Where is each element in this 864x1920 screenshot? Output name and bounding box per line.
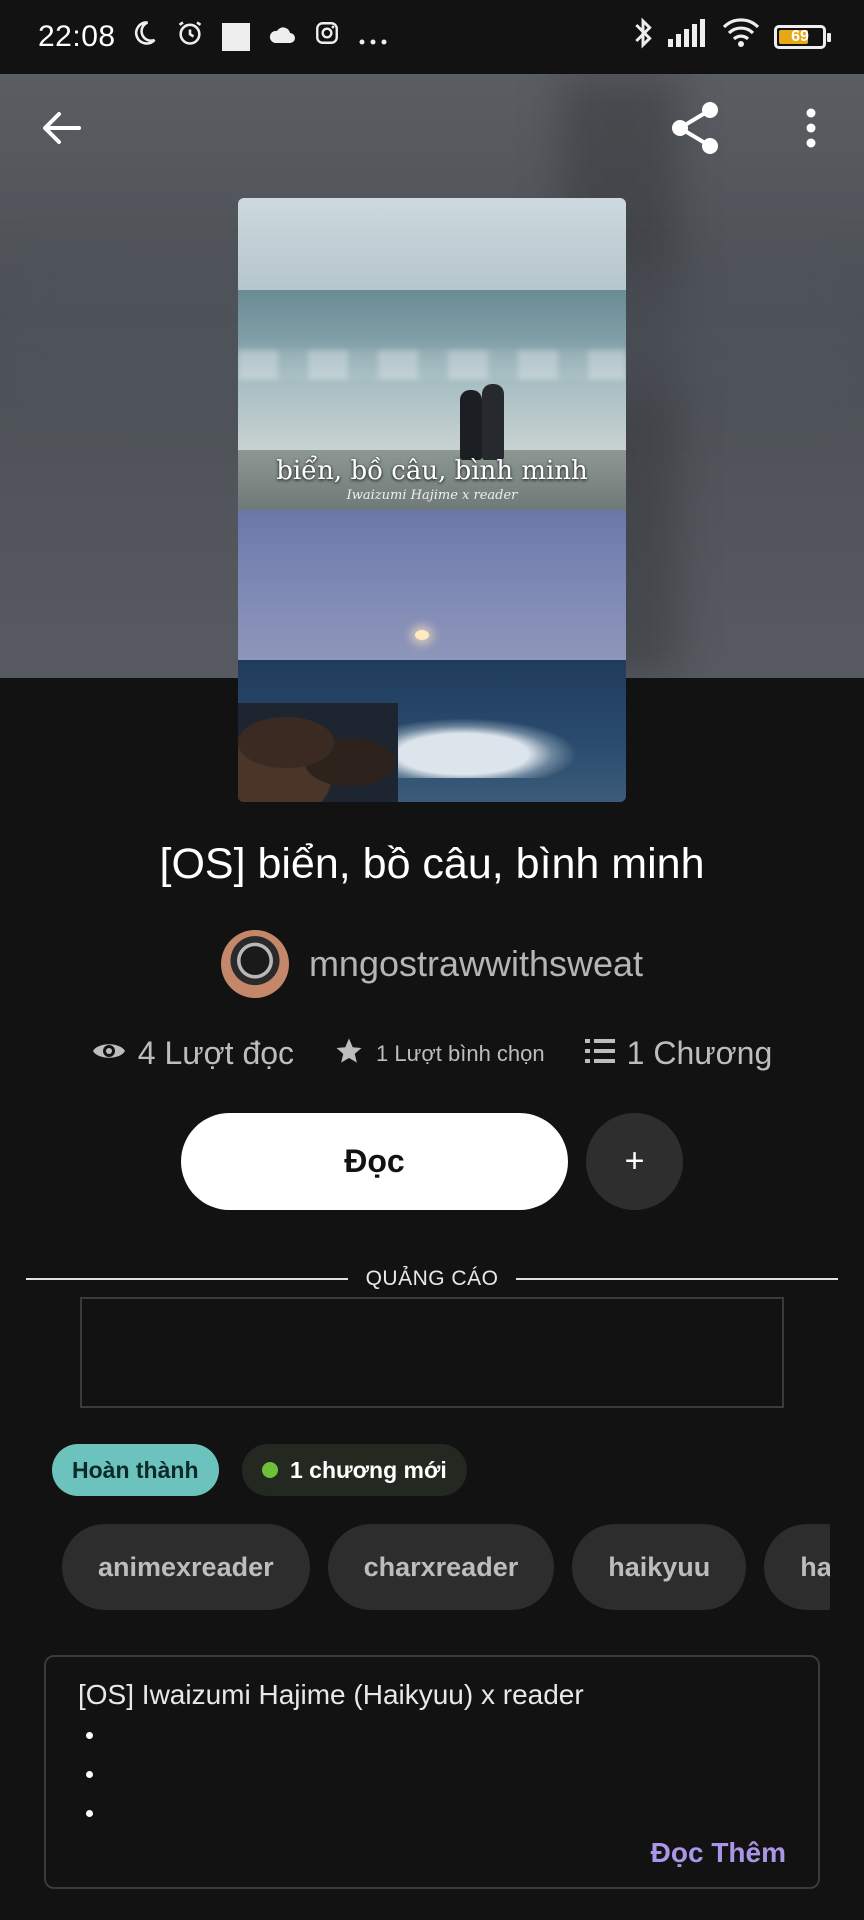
chapters-count: 1 Chương xyxy=(626,1035,773,1071)
alarm-icon xyxy=(176,19,204,55)
new-chapters-badge: 1 chương mới xyxy=(242,1444,467,1496)
reads-count: 4 Lượt đọc xyxy=(137,1035,295,1071)
square-icon xyxy=(221,23,250,51)
status-bar: 22:08 69 xyxy=(0,0,864,74)
more-options-button[interactable] xyxy=(781,100,841,160)
wifi-icon xyxy=(722,18,760,56)
story-detail-screen: 22:08 69 biển, bồ câu, bình minh Iwaizum… xyxy=(0,0,864,1920)
author-row[interactable]: mngostrawwithsweat xyxy=(0,930,864,998)
tag-chip[interactable]: haikyuu xyxy=(572,1524,747,1610)
story-stats: 4 Lượt đọc 1 Lượt bình chọn 1 Chương xyxy=(0,1035,864,1072)
share-button[interactable] xyxy=(666,100,726,160)
author-name[interactable]: mngostrawwithsweat xyxy=(309,943,643,985)
instagram-icon xyxy=(314,20,340,54)
tag-list[interactable]: animexreader charxreader haikyuu ha xyxy=(62,1524,830,1610)
bullet-dot xyxy=(86,1771,93,1778)
ad-divider-line-left xyxy=(26,1278,348,1280)
status-icons-right: 69 xyxy=(632,0,831,74)
bluetooth-icon xyxy=(632,17,654,57)
new-chapters-label: 1 chương mới xyxy=(290,1456,447,1483)
tag-chip[interactable]: ha xyxy=(764,1524,830,1610)
more-dots-icon xyxy=(358,20,388,54)
ad-container[interactable] xyxy=(80,1297,784,1408)
more-vertical-icon xyxy=(805,108,817,153)
votes-count: 1 Lượt bình chọn xyxy=(376,1040,545,1066)
arrow-left-icon xyxy=(41,110,81,151)
description-text: [OS] Iwaizumi Hajime (Haikyuu) x reader xyxy=(78,1679,584,1710)
story-cover-image[interactable]: biển, bồ câu, bình minh Iwaizumi Hajime … xyxy=(238,198,626,802)
ad-divider-line-right xyxy=(516,1278,839,1280)
tag-chip[interactable]: animexreader xyxy=(62,1524,310,1610)
moon-icon xyxy=(130,19,158,55)
bullet-dot xyxy=(86,1732,93,1739)
author-avatar[interactable] xyxy=(220,930,289,998)
read-button[interactable]: Đọc xyxy=(181,1113,568,1210)
battery-level: 69 xyxy=(791,28,809,45)
star-icon xyxy=(334,1036,364,1071)
votes-stat: 1 Lượt bình chọn xyxy=(334,1036,545,1071)
cover-subtitle-text: Iwaizumi Hajime x reader xyxy=(346,488,518,503)
add-to-library-button[interactable]: + xyxy=(586,1113,683,1210)
ad-divider: QUẢNG CÁO xyxy=(26,1266,839,1292)
bullet-dot xyxy=(86,1810,93,1817)
status-icons-left xyxy=(130,19,388,55)
list-icon xyxy=(584,1037,615,1070)
cloud-icon xyxy=(268,20,296,54)
new-dot-icon xyxy=(262,1462,278,1478)
chapters-stat: 1 Chương xyxy=(584,1035,773,1072)
status-badge-complete: Hoàn thành xyxy=(52,1444,219,1496)
read-more-link[interactable]: Đọc Thêm xyxy=(651,1837,786,1869)
eye-icon xyxy=(92,1039,126,1068)
back-button[interactable] xyxy=(31,100,91,160)
reads-stat: 4 Lượt đọc xyxy=(92,1035,294,1072)
ad-label: QUẢNG CÁO xyxy=(365,1267,499,1290)
story-description: [OS] Iwaizumi Hajime (Haikyuu) x reader … xyxy=(44,1655,820,1889)
story-title: [OS] biển, bồ câu, bình minh xyxy=(159,840,705,888)
signal-icon xyxy=(668,19,708,55)
status-time: 22:08 xyxy=(38,20,116,53)
tag-chip[interactable]: charxreader xyxy=(327,1524,555,1610)
share-icon xyxy=(668,100,724,161)
battery-icon: 69 xyxy=(774,25,831,49)
cover-title-text: biển, bồ câu, bình minh xyxy=(276,456,588,486)
